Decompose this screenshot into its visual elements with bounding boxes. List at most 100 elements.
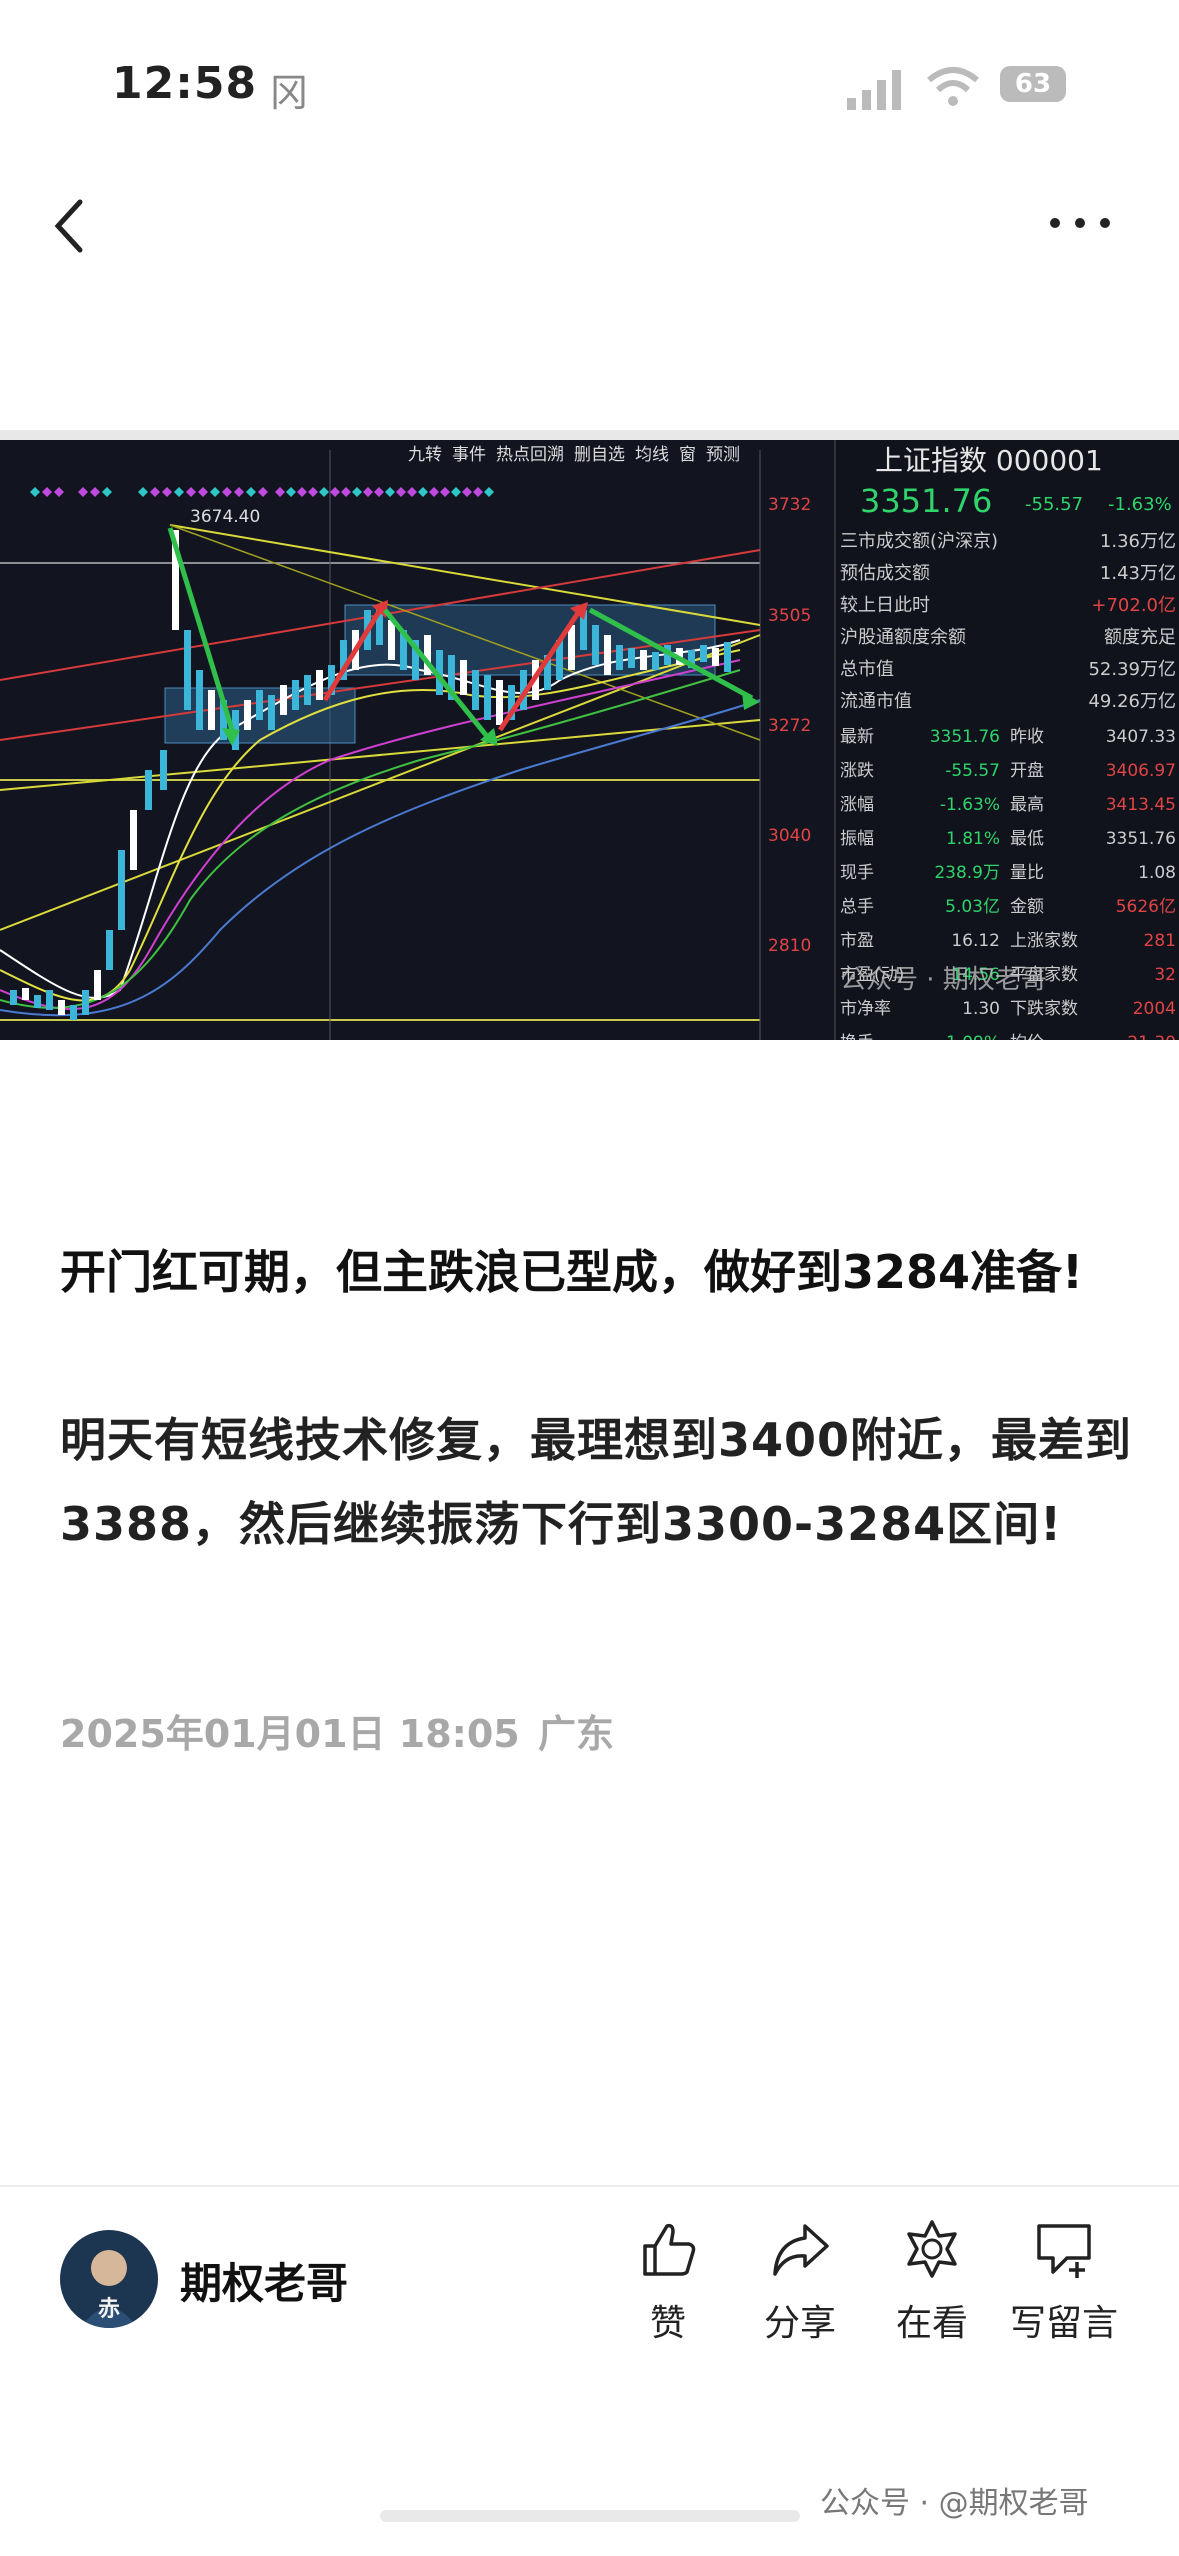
quote-label: 总手 [840,897,874,917]
like-label: 赞 [649,2303,686,2344]
high-label: 3674.40 [190,507,260,527]
index-change-pct: -1.63% [1108,494,1172,515]
candle [160,750,167,790]
candle [208,690,215,730]
quote-value: 238.9万 [934,863,1000,883]
quote-label: 振幅 [840,829,874,849]
candle [196,670,203,730]
chart-toolbar: 九转 事件 热点回溯 删自选 均线窗预测 [408,445,740,465]
candle [34,995,41,1008]
chart-svg: 九转 事件 热点回溯 删自选 均线窗预测 上证指数 000001 3351.76 -55… [0,430,1179,1053]
candle [184,630,191,710]
index-price: 3351.76 [860,482,992,520]
quote-value: 1.09% [946,1033,1000,1040]
quote-label: 昨收 [1010,727,1044,747]
comment-label: 写留言 [1009,2303,1118,2344]
chart-toolbar-item: 预测 [706,445,740,465]
price-axis-label: 3505 [768,606,811,626]
candle [652,652,659,670]
candle [256,690,263,720]
comment-plus-icon [1037,2224,1091,2278]
quote-value: 1.30 [962,999,1000,1019]
candle [568,625,575,670]
avatar-text: 赤 [98,2297,120,2322]
quote-value: 16.12 [951,931,1000,951]
info-row-label: 沪股通额度余额 [840,627,966,648]
chart-toolbar-item: 九转 [408,445,442,465]
candle [304,675,311,705]
battery-level: 63 [1000,66,1066,102]
candle [46,990,53,1010]
quote-label: 涨跌 [840,761,874,781]
quote-label: 市盈 [840,931,874,951]
candle [70,1005,77,1020]
chart-toolbar-item: 事件 [452,445,486,465]
quote-value: 1.08 [1138,863,1176,883]
author-avatar[interactable]: 赤 [60,2230,158,2328]
candle [94,970,101,1000]
info-row-label: 三市成交额(沪深京) [840,531,998,552]
chart-toolbar-item: 均线 [635,445,669,465]
bottom-divider [0,2185,1179,2187]
bottom-watermark: 公众号 · @期权老哥 [820,2486,1089,2521]
info-row-value: 1.36万亿 [1100,531,1176,552]
candle [592,625,599,665]
quote-value: 3406.97 [1106,761,1176,781]
info-row-value: 52.39万亿 [1088,659,1176,680]
share-arrow-icon [773,2224,829,2276]
star-outline-icon [907,2220,957,2278]
candle [145,770,152,810]
share-button[interactable]: 分享 [740,2218,860,2346]
info-row-value: 额度充足 [1104,627,1176,648]
candle [82,990,89,1015]
candle [268,695,275,730]
quote-label: 现手 [840,863,874,883]
more-options-icon[interactable] [1045,205,1115,241]
price-axis-label: 3272 [768,716,811,736]
wow-label: 在看 [895,2303,968,2344]
quote-value: 3407.33 [1106,727,1176,747]
quote-value: 5626亿 [1116,897,1176,917]
candle [130,810,137,870]
info-row-label: 预估成交额 [840,563,930,584]
wifi-icon [927,67,979,106]
candle [724,642,731,672]
chart-toolbar-item: 窗 [679,445,696,465]
price-axis-label: 3732 [768,495,811,515]
comment-button[interactable]: 写留言 [1004,2218,1124,2346]
signal-icon [847,70,901,110]
quote-label: 均价 [1010,1033,1044,1040]
quote-label: 上涨家数 [1010,931,1078,951]
info-row-label: 总市值 [840,659,894,680]
candle [496,680,503,725]
candle [604,635,611,675]
candle [106,930,113,970]
chart-watermark: 公众号 · 期权老哥 [840,965,1047,995]
quote-label: 市净率 [840,999,891,1019]
author-name[interactable]: 期权老哥 [180,2250,348,2311]
candle [700,645,707,662]
quote-label: 金额 [1010,897,1044,917]
quote-label: 换手 [840,1033,874,1040]
price-axis-label: 2810 [768,936,811,956]
candle [244,700,251,730]
home-indicator[interactable] [380,2510,800,2522]
thumbs-up-icon [643,2223,696,2276]
quote-label: 最低 [1010,829,1044,849]
quote-value: 281 [1144,931,1176,951]
info-row-value: +702.0亿 [1091,595,1176,616]
quote-label: 量比 [1010,863,1044,883]
candle [118,850,125,930]
back-chevron-icon[interactable] [48,196,88,256]
candle [22,988,29,1000]
like-button[interactable]: 赞 [608,2218,728,2346]
quote-label: 最新 [840,727,874,747]
quote-value: 21.30 [1127,1033,1176,1040]
candle [292,680,299,710]
stock-chart-image[interactable]: 九转 事件 热点回溯 删自选 均线窗预测 上证指数 000001 3351.76 -55… [0,430,1179,1053]
candle [10,990,17,1005]
article-headline: 开门红可期，但主跌浪已型成，做好到3284准备! [60,1245,1084,1299]
index-change: -55.57 [1025,494,1083,515]
wow-button[interactable]: 在看 [872,2218,992,2346]
notification-icon: 冈 [270,71,309,115]
